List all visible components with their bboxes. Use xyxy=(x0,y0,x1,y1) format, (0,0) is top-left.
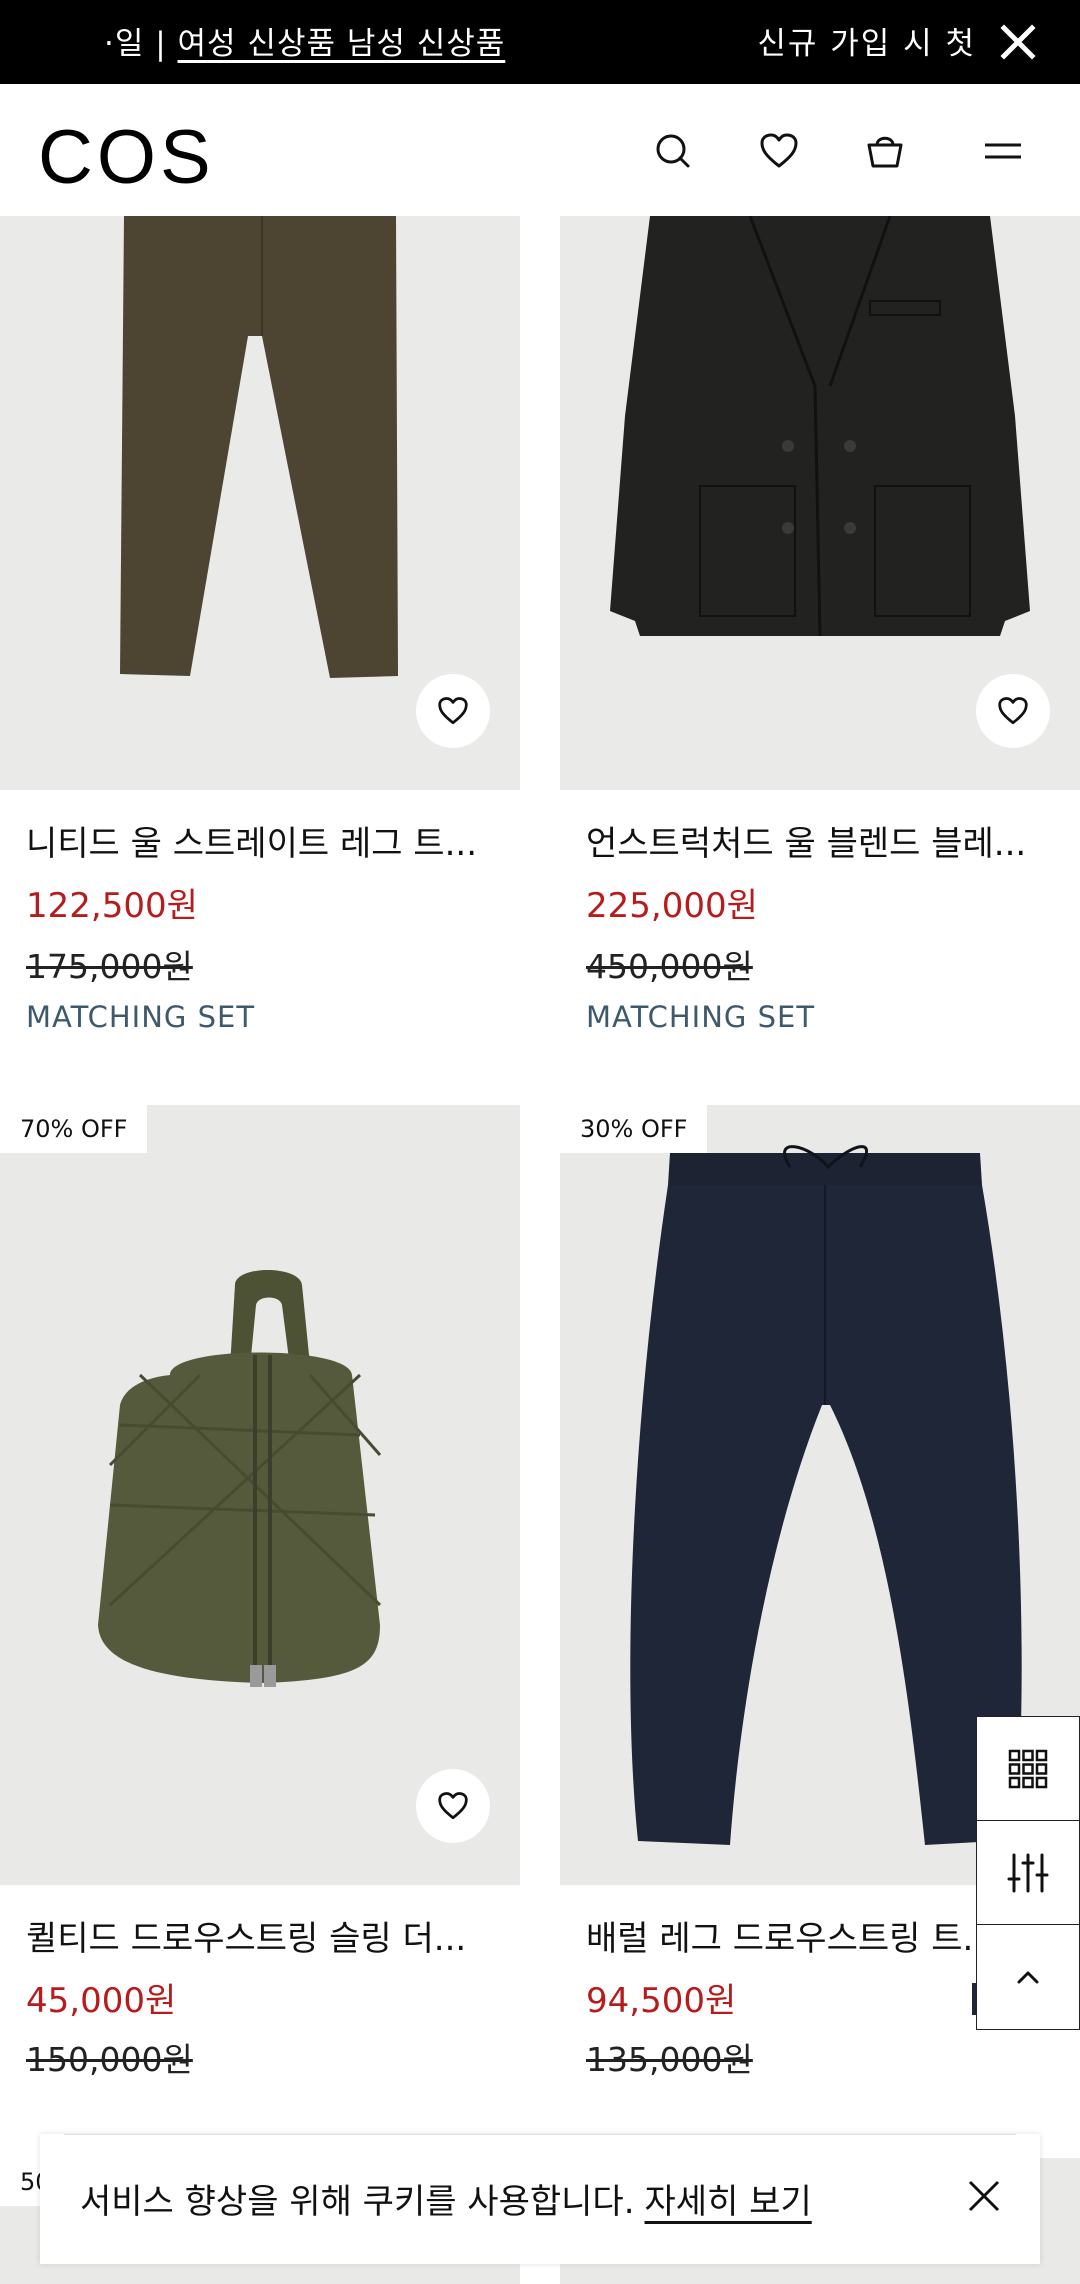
sale-price: 122,500원 xyxy=(26,886,198,926)
cookie-banner: 서비스 향상을 위해 쿠키를 사용합니다. 자세히 보기 xyxy=(40,2134,1040,2264)
grid-view-button[interactable] xyxy=(977,1717,1079,1821)
menu-icon[interactable] xyxy=(980,128,1026,174)
sale-price: 94,500원 xyxy=(586,1981,737,2021)
cookie-details-link[interactable]: 자세히 보기 xyxy=(645,2182,812,2222)
original-price: 450,000원 xyxy=(586,947,753,986)
product-name[interactable]: 퀼티드 드로우스트링 슬링 더... xyxy=(26,1911,496,1960)
filter-button[interactable] xyxy=(977,1821,1079,1925)
wishlist-button[interactable] xyxy=(416,1769,490,1843)
logo[interactable]: COS xyxy=(38,114,215,201)
heart-icon xyxy=(438,1792,468,1820)
heart-icon[interactable] xyxy=(756,128,802,174)
side-tool-rail xyxy=(976,1716,1080,2030)
promo-bar: ·일 | 여성 신상품 남성 신상품 신규 가입 시 첫 xyxy=(0,0,1080,84)
scroll-to-top-button[interactable] xyxy=(977,1925,1079,2029)
original-price: 175,000원 xyxy=(26,947,193,986)
wishlist-button[interactable] xyxy=(976,674,1050,748)
close-icon[interactable] xyxy=(964,2176,1004,2216)
promo-new-arrivals-link[interactable]: 여성 신상품 남성 신상품 xyxy=(178,26,506,62)
product-card[interactable]: 언스트럭처드 울 블렌드 블레... 225,000원 450,000원 MAT… xyxy=(560,216,1080,1066)
promo-prefix: ·일 | xyxy=(104,26,178,62)
divider xyxy=(64,2134,1016,2135)
grid-view-icon xyxy=(1008,1749,1048,1788)
product-card[interactable]: 니티드 울 스트레이트 레그 트... 122,500원 175,000원 MA… xyxy=(0,216,520,1066)
promo-left[interactable]: ·일 | 여성 신상품 남성 신상품 xyxy=(104,18,505,63)
cookie-text: 서비스 향상을 위해 쿠키를 사용합니다. xyxy=(80,2182,635,2222)
site-header: COS xyxy=(0,84,1080,216)
bag-image xyxy=(0,1105,520,1885)
product-name[interactable]: 언스트럭처드 울 블렌드 블레... xyxy=(586,816,1056,865)
close-icon[interactable] xyxy=(998,22,1038,62)
original-price: 150,000원 xyxy=(26,2040,193,2079)
promo-signup-text[interactable]: 신규 가입 시 첫 xyxy=(757,18,976,63)
discount-badge: 30% OFF xyxy=(560,1105,708,1153)
search-icon[interactable] xyxy=(650,128,696,174)
product-card[interactable]: 70% OFF 퀼티드 드로우스트링 슬링 더... 45,000원 150,0… xyxy=(0,1105,520,2079)
bag-icon[interactable] xyxy=(862,128,908,174)
wishlist-button[interactable] xyxy=(416,674,490,748)
discount-badge: 70% OFF xyxy=(0,1105,148,1153)
sale-price: 45,000원 xyxy=(26,1981,177,2021)
matching-set-tag[interactable]: MATCHING SET xyxy=(26,1000,255,1034)
chevron-up-icon xyxy=(1017,1971,1039,1984)
product-image[interactable] xyxy=(0,1105,520,1885)
product-name[interactable]: 니티드 울 스트레이트 레그 트... xyxy=(26,816,496,865)
original-price: 135,000원 xyxy=(586,2040,753,2079)
heart-icon xyxy=(438,697,468,725)
matching-set-tag[interactable]: MATCHING SET xyxy=(586,1000,815,1034)
heart-icon xyxy=(998,697,1028,725)
cookie-message: 서비스 향상을 위해 쿠키를 사용합니다. 자세히 보기 xyxy=(80,2174,812,2223)
filter-icon xyxy=(1007,1853,1049,1892)
sale-price: 225,000원 xyxy=(586,886,758,926)
